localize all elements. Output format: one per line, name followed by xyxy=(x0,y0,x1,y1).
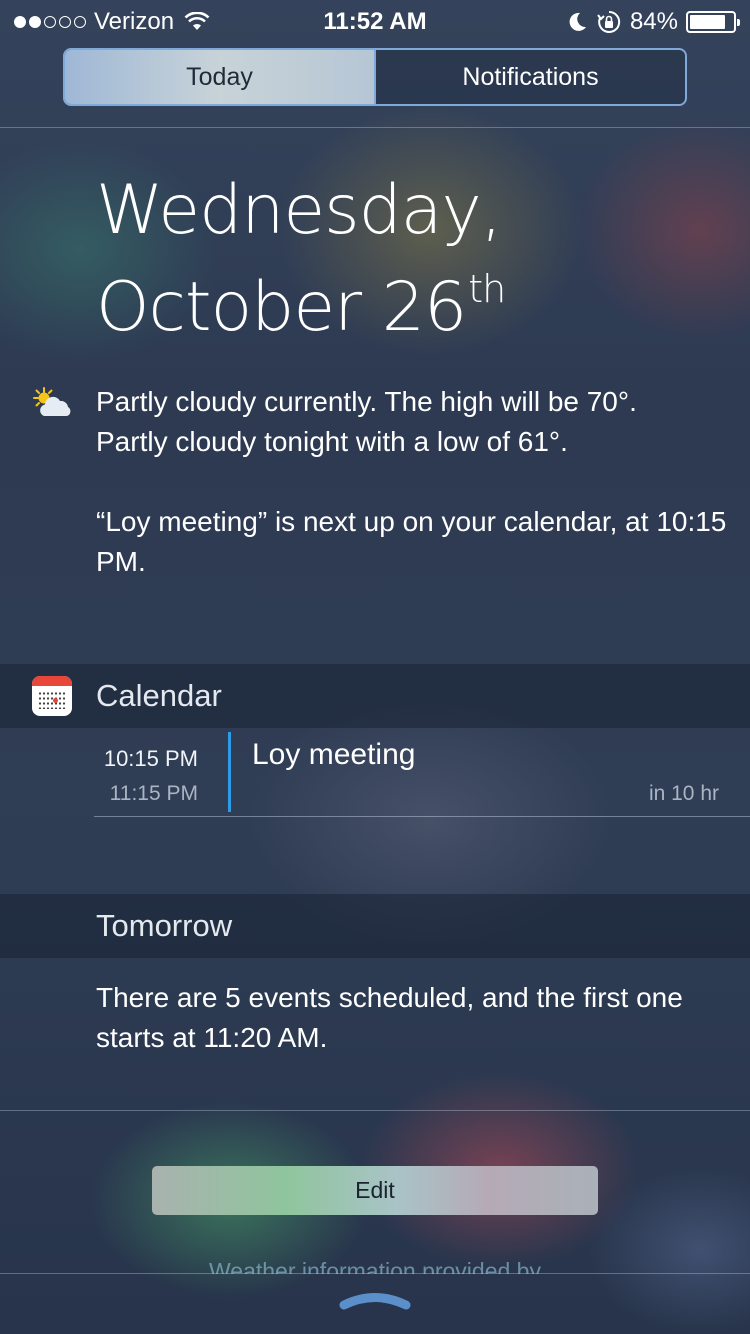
event-end-time: 11:15 PM xyxy=(109,782,198,805)
today-summary: Partly cloudy currently. The high will b… xyxy=(96,382,736,582)
event-color-bar xyxy=(228,732,231,812)
tomorrow-widget-header[interactable]: Tomorrow xyxy=(0,894,750,958)
date-weekday: Wednesday, xyxy=(96,171,502,250)
do-not-disturb-moon-icon xyxy=(569,12,586,31)
today-date-heading: Wednesday, October 26th xyxy=(96,171,506,347)
battery-percentage: 84% xyxy=(629,8,678,35)
footer-divider xyxy=(0,1273,750,1274)
weather-summary-line1: Partly cloudy currently. The high will b… xyxy=(96,386,637,417)
tab-today[interactable]: Today xyxy=(65,50,374,104)
widgets-divider xyxy=(0,1110,750,1111)
tomorrow-summary: There are 5 events scheduled, and the fi… xyxy=(96,982,683,1053)
event-divider xyxy=(94,816,750,817)
date-ordinal-suffix: th xyxy=(468,267,506,311)
event-start-time: 10:15 PM xyxy=(103,746,198,771)
battery-icon xyxy=(686,11,740,33)
calendar-app-icon xyxy=(32,676,72,716)
header-divider xyxy=(0,127,750,128)
event-title: Loy meeting xyxy=(252,738,416,771)
calendar-summary: “Loy meeting” is next up on your calenda… xyxy=(96,506,727,577)
tab-notifications[interactable]: Notifications xyxy=(374,50,685,104)
calendar-widget-title: Calendar xyxy=(96,678,222,713)
event-relative-time: in 10 hr xyxy=(648,782,719,805)
partly-cloudy-sun-icon xyxy=(33,387,71,416)
rotation-lock-icon xyxy=(597,10,621,33)
weather-summary-line2: Partly cloudy tonight with a low of 61°. xyxy=(96,426,568,457)
tomorrow-widget-title: Tomorrow xyxy=(96,908,233,943)
today-view: Verizon 11:52 AM 84% Today Notifications… xyxy=(0,0,750,1334)
edit-button[interactable]: Edit xyxy=(152,1166,598,1215)
calendar-event-row[interactable]: 10:15 PM 11:15 PM Loy meeting in 10 hr xyxy=(94,728,722,816)
date-month-day: October 26 xyxy=(96,268,467,347)
weather-credit-link[interactable]: Weather information provided by xyxy=(0,1258,750,1274)
status-bar: Verizon 11:52 AM 84% xyxy=(0,0,750,40)
close-grabber-handle[interactable] xyxy=(338,1288,412,1312)
view-segmented-control: Today Notifications xyxy=(63,48,687,106)
status-right: 84% xyxy=(566,8,740,36)
calendar-widget-header[interactable]: Calendar xyxy=(0,664,750,728)
